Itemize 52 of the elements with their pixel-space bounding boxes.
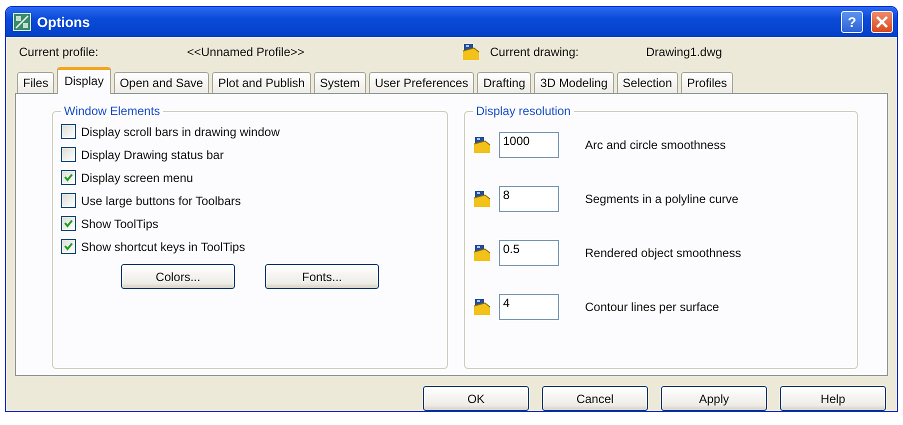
drawing-name: Drawing1.dwg: [646, 45, 722, 59]
checkbox[interactable]: [61, 216, 76, 231]
checkbox-label: Display scroll bars in drawing window: [81, 124, 280, 138]
group-title: Window Elements: [63, 104, 162, 118]
app-icon: [13, 13, 31, 31]
profile-name: <<Unnamed Profile>>: [187, 45, 306, 59]
checkbox-label: Display Drawing status bar: [81, 148, 224, 162]
input-field[interactable]: 4: [499, 294, 559, 320]
checkbox-label: Show shortcut keys in ToolTips: [81, 240, 246, 254]
dialog-button[interactable]: Help: [780, 386, 886, 411]
dialog-button[interactable]: OK: [423, 386, 529, 411]
checkbox-label: Show ToolTips: [81, 216, 158, 230]
close-button[interactable]: [871, 11, 893, 33]
tab[interactable]: Selection: [616, 72, 678, 93]
dialog-button[interactable]: Fonts...: [265, 264, 379, 289]
drawing-file-icon: [473, 244, 491, 262]
checkbox[interactable]: [61, 124, 76, 139]
tab[interactable]: Drafting: [477, 72, 532, 93]
tab[interactable]: System: [314, 72, 366, 93]
profile-label: Current profile:: [19, 45, 100, 59]
input-field[interactable]: 0.5: [499, 240, 559, 266]
help-button[interactable]: ?: [841, 11, 863, 33]
drawing-file-icon: [462, 43, 480, 61]
close-icon: [874, 14, 890, 30]
group-title: Display resolution: [475, 104, 572, 118]
checkbox[interactable]: [61, 239, 76, 254]
drawing-label: Current drawing:: [490, 45, 580, 59]
tab[interactable]: Display: [57, 67, 111, 94]
checkbox[interactable]: [61, 170, 76, 185]
tab[interactable]: 3D Modeling: [534, 72, 614, 93]
setting-label: Rendered object smoothness: [585, 246, 742, 260]
drawing-file-icon: [473, 190, 491, 208]
tab[interactable]: Plot and Publish: [212, 72, 311, 93]
setting-label: Arc and circle smoothness: [585, 138, 726, 152]
drawing-file-icon: [473, 136, 491, 154]
input-field[interactable]: 1000: [499, 132, 559, 158]
tab[interactable]: User Preferences: [368, 72, 474, 93]
dialog-button[interactable]: Cancel: [542, 386, 648, 411]
checkbox-label: Display screen menu: [81, 170, 194, 184]
tab[interactable]: Profiles: [681, 72, 734, 93]
checkbox[interactable]: [61, 193, 76, 208]
tab[interactable]: Open and Save: [114, 72, 210, 93]
window-title: Options: [37, 14, 90, 30]
setting-label: Segments in a polyline curve: [585, 192, 738, 206]
dialog-button[interactable]: Apply: [661, 386, 767, 411]
tab[interactable]: Files: [17, 72, 54, 93]
setting-label: Contour lines per surface: [585, 300, 720, 314]
input-field[interactable]: 8: [499, 186, 559, 212]
drawing-file-icon: [473, 298, 491, 316]
checkbox-label: Use large buttons for Toolbars: [81, 194, 241, 208]
dialog-button[interactable]: Colors...: [121, 264, 235, 289]
checkbox[interactable]: [61, 147, 76, 162]
